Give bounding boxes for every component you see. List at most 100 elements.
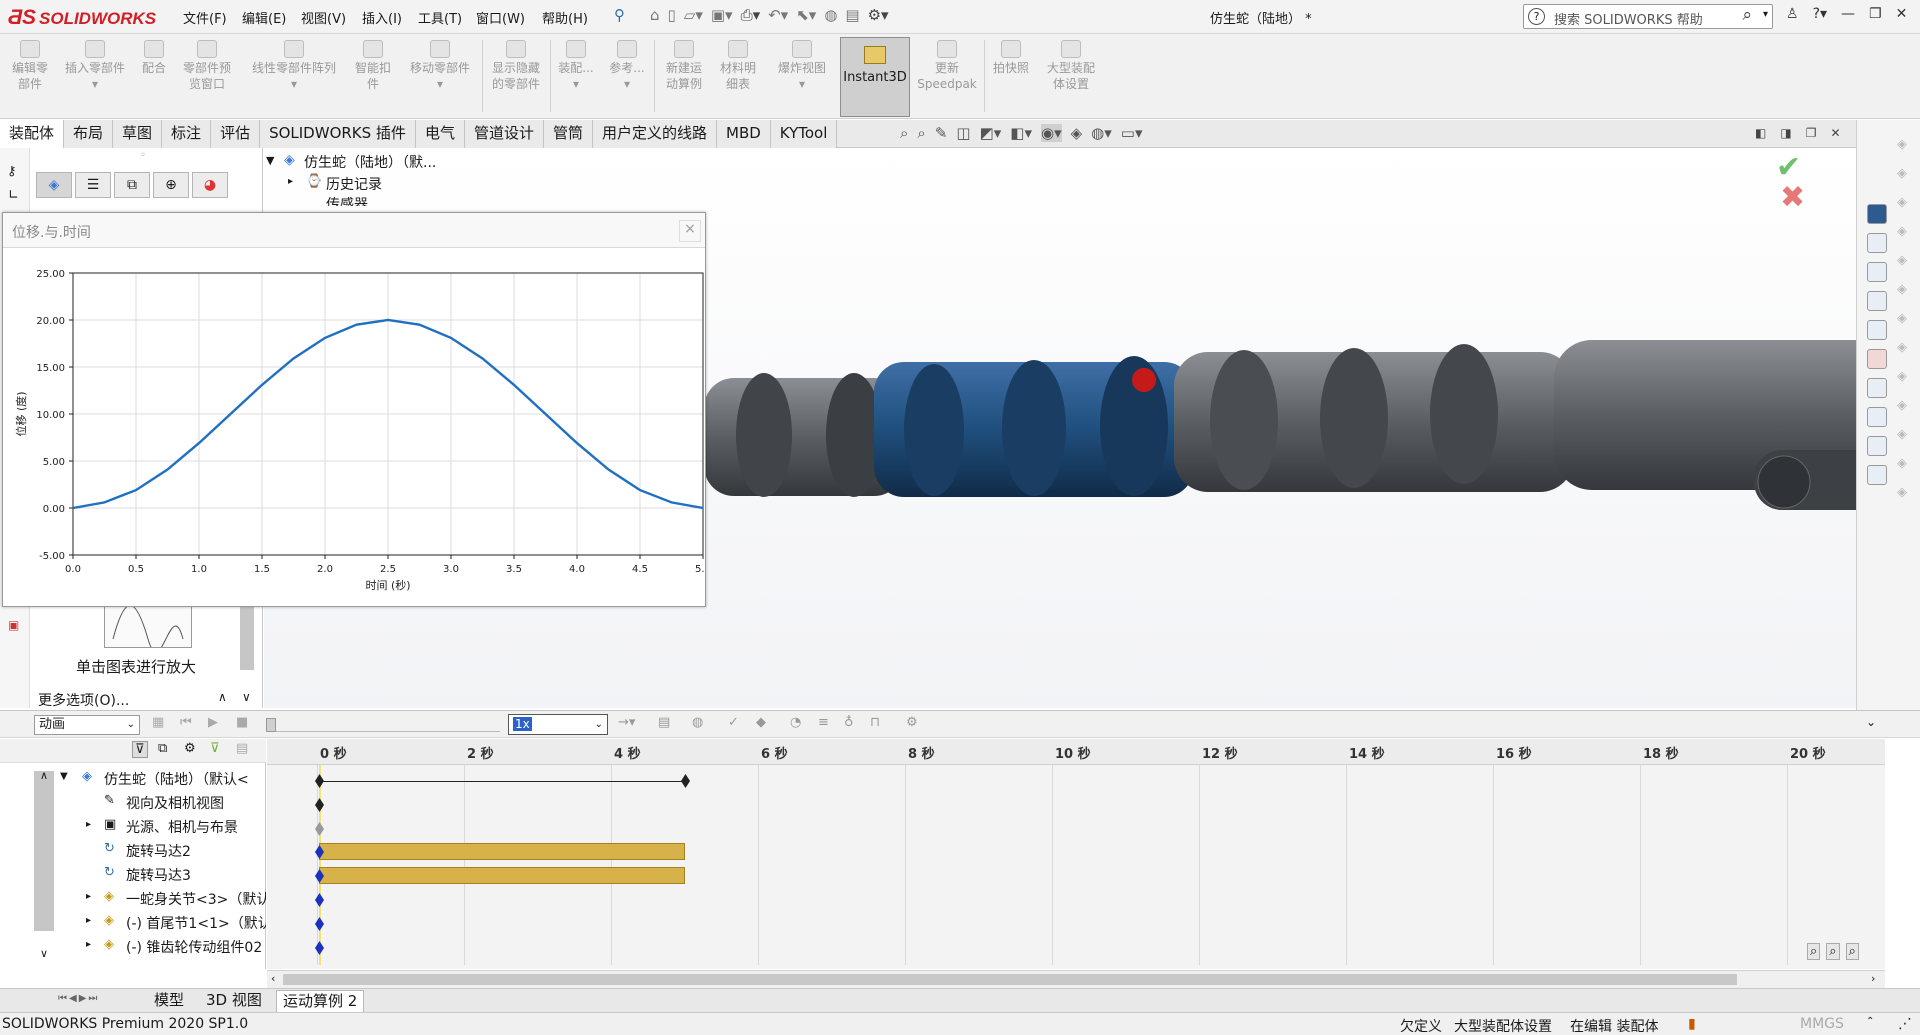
next-tab-icon[interactable]: ▶	[79, 993, 87, 1004]
graph-title-bar[interactable]: 位移.与.时间 ×	[3, 213, 705, 248]
help-icon[interactable]: ?▾	[1813, 6, 1827, 22]
autokey-icon[interactable]: ✓	[728, 715, 739, 730]
mm-row-tail-segment[interactable]: (-) 首尾节1<1>（默认	[126, 913, 266, 933]
panel-scrollbar[interactable]	[240, 600, 254, 670]
mm-row-rotary-motor-2[interactable]: 旋转马达2	[126, 841, 191, 861]
calculate-icon[interactable]: ▦	[152, 715, 164, 730]
open-icon[interactable]: ▱▾	[684, 6, 703, 28]
solidworks-resources-icon[interactable]	[1867, 204, 1887, 224]
motion-timeline[interactable]: 0 秒 2 秒 4 秒 6 秒 8 秒 10 秒 12 秒 14 秒 16 秒 …	[267, 739, 1885, 969]
status-large-assembly[interactable]: 大型装配体设置	[1454, 1016, 1552, 1035]
tab-addins[interactable]: SOLIDWORKS 插件	[260, 120, 416, 148]
scroll-down-icon[interactable]: ∨	[40, 947, 48, 960]
motion-plot-window[interactable]: 位移.与.时间 × 0.0 0.5 1.0 1.5 2.0 2.5 3.0 3.5 4.0 4.5…	[2, 212, 706, 607]
tree-scrollbar[interactable]	[34, 771, 54, 931]
menu-tools[interactable]: 工具(T)	[418, 8, 462, 27]
tab-sketch[interactable]: 草图	[113, 120, 163, 148]
restore-icon[interactable]: ❐	[1869, 6, 1882, 22]
select-icon[interactable]: ⬉▾	[796, 6, 816, 28]
mm-row-root[interactable]: 仿生蛇（陆地）（默认<	[104, 769, 266, 789]
help-search[interactable]: ? 搜索 SOLIDWORKS 帮助 ⌕ ▾	[1523, 4, 1773, 29]
resize-grip-icon[interactable]: ⋰	[1898, 1016, 1912, 1032]
view-orientation-icon[interactable]: ◧▾	[1010, 124, 1032, 142]
filter-selected-icon[interactable]: ⚙	[184, 741, 196, 756]
playback-slider[interactable]	[266, 718, 500, 732]
collapse-motion-manager-icon[interactable]: ⌄	[1866, 715, 1876, 729]
animation-wizard-icon[interactable]: ◍	[692, 715, 703, 730]
motor2-duration-bar[interactable]	[319, 843, 685, 860]
spring-icon[interactable]: ≡	[818, 715, 829, 730]
tab-3d-views[interactable]: 3D 视图	[200, 990, 268, 1012]
add-key-icon[interactable]: ◆	[756, 715, 766, 730]
take-snapshot-button[interactable]: 拍快照	[986, 40, 1036, 76]
tab-electrical[interactable]: 电气	[415, 120, 465, 148]
motor3-duration-bar[interactable]	[319, 867, 685, 884]
prev-tab-icon[interactable]: ◀	[69, 993, 77, 1004]
contact-icon[interactable]: ♁	[844, 715, 854, 730]
configuration-manager-tab[interactable]: ⧉	[114, 172, 150, 198]
monitor-icon[interactable]: ▭▾	[1121, 124, 1143, 142]
tab-mbd[interactable]: MBD	[717, 120, 771, 148]
move-component-button[interactable]: 移动零部件 ▾	[400, 40, 480, 92]
playback-mode-icon[interactable]: →▾	[618, 715, 635, 730]
viewport-forward-icon[interactable]: ◨	[1780, 126, 1791, 140]
section-view-icon[interactable]: ◫	[956, 124, 970, 142]
zoom-timeline-icon[interactable]: ▤	[236, 741, 248, 756]
hide-show-icon[interactable]: ◈	[1071, 124, 1083, 142]
search-input[interactable]: 搜索 SOLIDWORKS 帮助	[1554, 9, 1703, 28]
scroll-up-icon[interactable]: ∧	[218, 690, 227, 704]
tab-layout[interactable]: 布局	[64, 120, 114, 148]
chevron-up-icon[interactable]: ⌃	[1866, 1016, 1874, 1027]
scroll-up-icon[interactable]: ∧	[40, 769, 48, 782]
scroll-right-icon[interactable]: ›	[1871, 972, 1875, 985]
update-speedpak-button[interactable]: 更新 Speedpak	[912, 40, 982, 92]
minimize-icon[interactable]: —	[1841, 6, 1855, 22]
filter-results-icon[interactable]: ⊽	[210, 741, 220, 756]
bill-of-materials-button[interactable]: 材料明 细表	[712, 40, 764, 92]
appearances-icon[interactable]	[1867, 349, 1887, 369]
tree-history-label[interactable]: 历史记录	[326, 174, 382, 194]
snake-robot-model[interactable]	[704, 340, 1920, 640]
rebuild-indicator-icon[interactable]: ▮	[1688, 1016, 1696, 1032]
menu-window[interactable]: 窗口(W)	[476, 8, 525, 27]
design-library-icon[interactable]	[1867, 262, 1887, 282]
zoom-area-icon[interactable]: ⌕	[917, 124, 925, 142]
print-icon[interactable]: ⎙▾	[741, 6, 761, 28]
file-explorer-icon[interactable]	[1867, 291, 1887, 311]
tab-markup[interactable]: 标注	[162, 120, 212, 148]
motor-icon[interactable]: ◔	[790, 715, 801, 730]
dimxpert-tab[interactable]: ⊕	[153, 172, 189, 198]
selected-motor-marker[interactable]	[1132, 368, 1156, 392]
toolbox-icon[interactable]	[1867, 465, 1887, 485]
view-palette-icon[interactable]	[1867, 320, 1887, 340]
previous-view-icon[interactable]: ✎	[935, 124, 948, 142]
tree-root-label[interactable]: 仿生蛇（陆地）（默...	[304, 152, 436, 172]
home-icon[interactable]	[1867, 233, 1887, 253]
assembly-features-button[interactable]: 装配... ▾	[552, 40, 600, 92]
scroll-left-icon[interactable]: ‹	[271, 972, 275, 985]
mm-row-rotary-motor-3[interactable]: 旋转马达3	[126, 865, 191, 885]
play-from-start-icon[interactable]: ⏮	[180, 715, 192, 730]
filter-driving-icon[interactable]: ⧉	[158, 741, 167, 756]
search-icon[interactable]: ⌕	[1742, 5, 1752, 25]
tab-piping[interactable]: 管道设计	[464, 120, 544, 148]
display-style-icon[interactable]: ◉▾	[1040, 124, 1062, 142]
tree-sensors-label[interactable]: 传感器	[326, 194, 368, 206]
feature-manager-tab[interactable]: ◈	[36, 172, 72, 198]
study-type-select[interactable]: 动画 ⌄	[34, 715, 140, 735]
mm-row-bevel-gear[interactable]: (-) 锥齿轮传动组件02	[126, 937, 266, 957]
time-bar[interactable]	[319, 765, 321, 965]
reference-geometry-button[interactable]: 参考... ▾	[602, 40, 652, 92]
tab-model[interactable]: 模型	[148, 990, 190, 1012]
key-icon[interactable]: ⚷	[7, 164, 17, 179]
panel-splitter-handle[interactable]: ◦	[140, 150, 146, 161]
viewport-restore-icon[interactable]: ❐	[1806, 126, 1817, 140]
options-gear-icon[interactable]: ⚙▾	[868, 6, 889, 28]
smart-fasteners-button[interactable]: 智能扣件	[348, 40, 398, 92]
zoom-to-fit-icon[interactable]: ⌕	[900, 124, 908, 142]
tab-motion-study-2[interactable]: 运动算例 2	[276, 990, 365, 1012]
property-manager-tab[interactable]: ☰	[75, 172, 111, 198]
first-tab-icon[interactable]: ⏮	[58, 993, 67, 1004]
tab-kytool[interactable]: KYTool	[770, 120, 838, 148]
appearance-icon[interactable]: ◍▾	[1091, 124, 1112, 142]
